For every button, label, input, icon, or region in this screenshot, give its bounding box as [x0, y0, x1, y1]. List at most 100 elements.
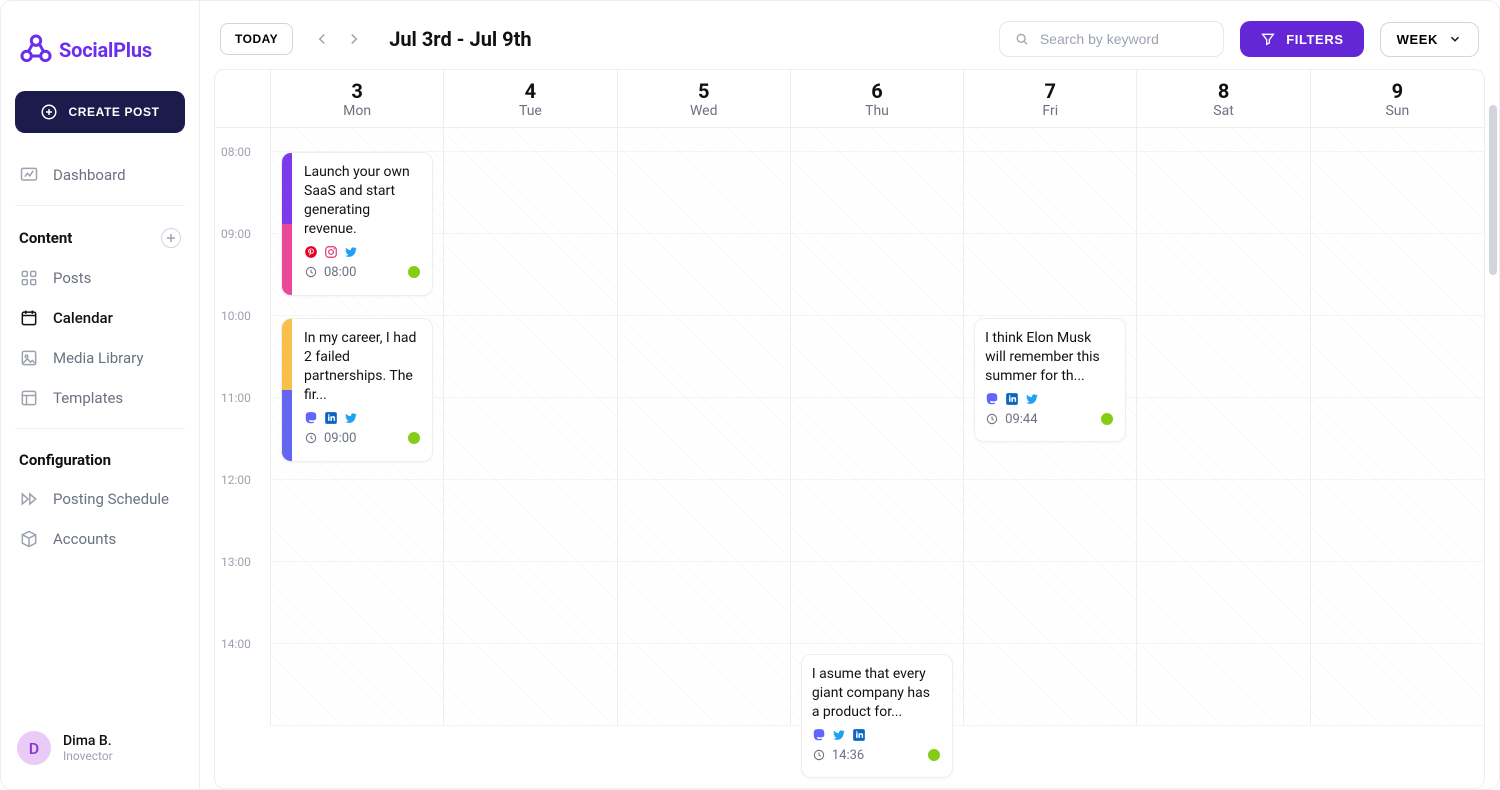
image-icon [19, 348, 39, 368]
mastodon-icon [812, 728, 826, 742]
clock-icon [304, 265, 318, 279]
search-icon [1014, 30, 1030, 48]
sidebar: SocialPlus CREATE POST Dashboard Content… [1, 1, 200, 789]
section-title: Configuration [19, 451, 111, 469]
section-title: Content [19, 229, 72, 247]
status-dot [408, 266, 420, 278]
next-week-button[interactable] [341, 26, 367, 52]
calendar-body[interactable]: 08:00 09:00 10:00 11:00 12:00 13:00 14:0… [215, 128, 1484, 788]
view-label: WEEK [1397, 32, 1438, 47]
search-box[interactable] [999, 21, 1224, 57]
user-org: Inovector [63, 749, 113, 763]
grid-icon [19, 268, 39, 288]
day-col-tue[interactable] [444, 128, 617, 726]
linkedin-icon [1005, 392, 1019, 406]
twitter-icon [1025, 392, 1039, 406]
main: TODAY Jul 3rd - Jul 9th FILTERS WEEK [200, 1, 1499, 789]
status-dot [1101, 413, 1113, 425]
section-content-header: Content [15, 216, 185, 258]
day-header[interactable]: 5Wed [618, 70, 791, 127]
calendar-header-row: 3Mon 4Tue 5Wed 6Thu 7Fri 8Sat 9Sun [215, 70, 1484, 128]
day-col-thu[interactable]: I asume that every giant company has a p… [791, 128, 964, 726]
nav-label: Dashboard [53, 166, 126, 184]
nav-label: Calendar [53, 309, 113, 327]
event-card[interactable]: I asume that every giant company has a p… [801, 654, 953, 778]
sidebar-item-schedule[interactable]: Posting Schedule [15, 479, 185, 519]
event-card[interactable]: Launch your own SaaS and start generatin… [281, 152, 433, 296]
day-col-mon[interactable]: Launch your own SaaS and start generatin… [271, 128, 444, 726]
day-header[interactable]: 8Sat [1137, 70, 1310, 127]
sidebar-item-accounts[interactable]: Accounts [15, 519, 185, 559]
plus-circle-icon [40, 103, 58, 121]
twitter-icon [344, 411, 358, 425]
clock-icon [812, 748, 826, 762]
sidebar-item-dashboard[interactable]: Dashboard [15, 155, 185, 195]
event-card[interactable]: I think Elon Musk will remember this sum… [974, 318, 1126, 442]
day-col-wed[interactable] [618, 128, 791, 726]
sidebar-item-media[interactable]: Media Library [15, 338, 185, 378]
sidebar-item-calendar[interactable]: Calendar [15, 298, 185, 338]
status-dot [928, 749, 940, 761]
linkedin-icon [852, 728, 866, 742]
create-post-label: CREATE POST [68, 105, 159, 119]
day-header[interactable]: 7Fri [964, 70, 1137, 127]
status-dot [408, 432, 420, 444]
event-text: I think Elon Musk will remember this sum… [985, 329, 1113, 386]
calendar-icon [19, 308, 39, 328]
day-header[interactable]: 3Mon [271, 70, 444, 127]
filter-icon [1260, 31, 1276, 47]
day-col-sat[interactable] [1137, 128, 1310, 726]
prev-week-button[interactable] [309, 26, 335, 52]
templates-icon [19, 388, 39, 408]
toolbar: TODAY Jul 3rd - Jul 9th FILTERS WEEK [214, 21, 1485, 69]
brand-logo-icon [19, 33, 53, 67]
sidebar-item-posts[interactable]: Posts [15, 258, 185, 298]
divider [15, 428, 185, 429]
chevron-right-icon [345, 30, 363, 48]
date-range: Jul 3rd - Jul 9th [389, 27, 531, 51]
chevron-left-icon [313, 30, 331, 48]
today-button[interactable]: TODAY [220, 23, 293, 55]
sidebar-item-templates[interactable]: Templates [15, 378, 185, 418]
day-header[interactable]: 9Sun [1311, 70, 1484, 127]
add-content-button[interactable] [161, 228, 181, 248]
divider [15, 205, 185, 206]
nav-label: Media Library [53, 349, 143, 367]
user-name: Dima B. [63, 733, 113, 749]
event-card[interactable]: In my career, I had 2 failed partnership… [281, 318, 433, 462]
pinterest-icon [304, 245, 318, 259]
avatar: D [17, 731, 51, 765]
scrollbar[interactable] [1489, 105, 1497, 275]
brand-name: SocialPlus [59, 38, 152, 62]
calendar-grid: 3Mon 4Tue 5Wed 6Thu 7Fri 8Sat 9Sun 08:00… [214, 69, 1485, 789]
nav-label: Posts [53, 269, 91, 287]
clock-icon [304, 431, 318, 445]
filters-button[interactable]: FILTERS [1240, 21, 1363, 57]
cube-icon [19, 529, 39, 549]
event-text: In my career, I had 2 failed partnership… [304, 329, 420, 405]
event-text: I asume that every giant company has a p… [812, 665, 940, 722]
search-input[interactable] [1040, 31, 1209, 47]
view-select[interactable]: WEEK [1380, 22, 1479, 57]
chevron-down-icon [1448, 32, 1462, 46]
day-col-sun[interactable] [1311, 128, 1484, 726]
twitter-icon [832, 728, 846, 742]
linkedin-icon [324, 411, 338, 425]
time-column: 08:00 09:00 10:00 11:00 12:00 13:00 14:0… [215, 128, 271, 726]
twitter-icon [344, 245, 358, 259]
clock-icon [985, 412, 999, 426]
mastodon-icon [985, 392, 999, 406]
forward-icon [19, 489, 39, 509]
instagram-icon [324, 245, 338, 259]
brand-logo[interactable]: SocialPlus [15, 25, 185, 91]
day-col-fri[interactable]: I think Elon Musk will remember this sum… [964, 128, 1137, 726]
filters-label: FILTERS [1286, 32, 1343, 47]
nav-label: Accounts [53, 530, 116, 548]
create-post-button[interactable]: CREATE POST [15, 91, 185, 133]
mastodon-icon [304, 411, 318, 425]
user-widget[interactable]: D Dima B. Inovector [15, 723, 185, 773]
day-header[interactable]: 4Tue [444, 70, 617, 127]
day-header[interactable]: 6Thu [791, 70, 964, 127]
event-text: Launch your own SaaS and start generatin… [304, 163, 420, 239]
nav-label: Templates [53, 389, 123, 407]
